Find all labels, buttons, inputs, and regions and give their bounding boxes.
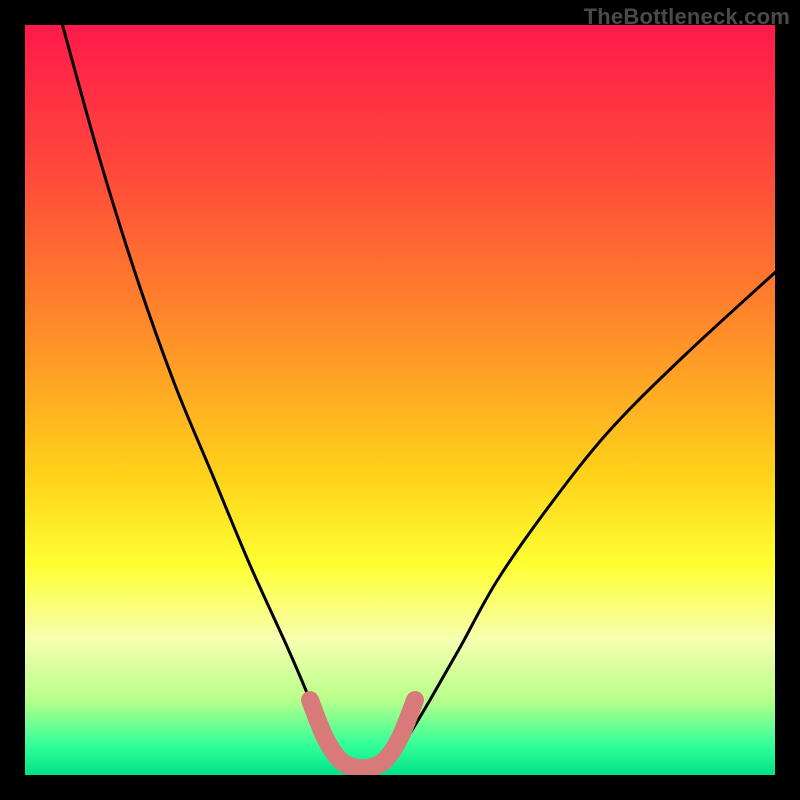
curve-layer	[25, 25, 775, 775]
bottom-highlight-curve	[310, 700, 415, 768]
left-branch-curve	[63, 25, 341, 760]
right-branch-curve	[393, 273, 776, 761]
watermark-text: TheBottleneck.com	[584, 4, 790, 30]
chart-root: TheBottleneck.com	[0, 0, 800, 800]
plot-area	[25, 25, 775, 775]
